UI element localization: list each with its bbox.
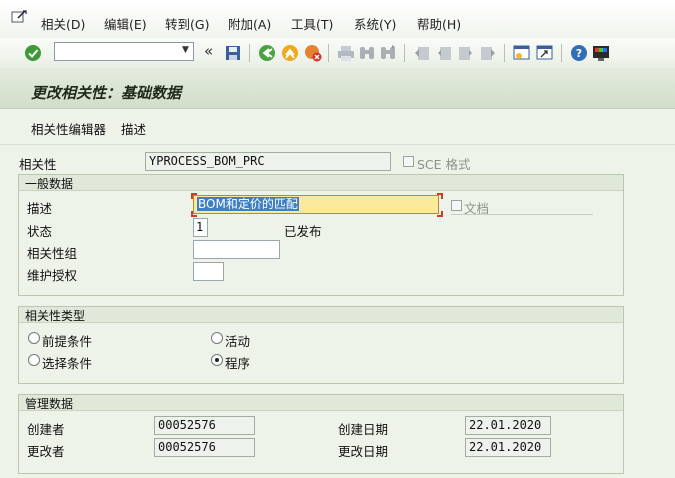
status-input[interactable]: 1 <box>193 218 208 237</box>
description-label: 描述 <box>27 201 53 216</box>
command-dropdown-arrow-icon[interactable]: ▼ <box>178 42 193 59</box>
menu-item-system[interactable]: 系统(Y) <box>354 14 396 33</box>
menu-item-edit[interactable]: 编辑(E) <box>104 14 147 33</box>
general-data-title-bar: 一般数据 <box>19 175 623 191</box>
dependency-field: YPROCESS_BOM_PRC <box>145 152 391 171</box>
changed-by-field: 00052576 <box>154 438 255 457</box>
back-icon[interactable] <box>258 44 276 62</box>
command-field[interactable] <box>54 42 194 61</box>
radio-selection-condition-label: 选择条件 <box>42 356 93 371</box>
radio-procedure[interactable] <box>211 354 223 366</box>
toolbar-separator <box>404 44 405 62</box>
layout-icon[interactable] <box>592 44 610 62</box>
general-data-title: 一般数据 <box>25 177 74 191</box>
document-checkbox[interactable] <box>451 200 462 211</box>
dependency-group-input[interactable] <box>193 240 280 259</box>
auth-group-input[interactable] <box>193 262 224 281</box>
description-input[interactable]: BOM和定价的匹配 <box>193 195 439 214</box>
save-icon[interactable] <box>224 44 242 62</box>
dependency-type-group: 相关性类型 <box>18 306 624 384</box>
page-title: 更改相关性：基础数据 <box>31 84 182 102</box>
changed-on-field: 22.01.2020 <box>465 438 551 457</box>
created-on-field: 22.01.2020 <box>465 416 551 435</box>
title-bar: 更改相关性：基础数据 <box>0 68 675 109</box>
admin-data-title-bar: 管理数据 <box>19 395 623 411</box>
dependency-type-title: 相关性类型 <box>25 309 86 323</box>
create-session-icon[interactable] <box>513 44 531 62</box>
focus-corner <box>191 193 197 199</box>
menu-item-extras[interactable]: 附加(A) <box>228 14 271 33</box>
focus-corner <box>191 211 197 217</box>
find-next-icon[interactable] <box>379 44 397 62</box>
dependency-group-label: 相关性组 <box>27 246 78 261</box>
status-text: 已发布 <box>284 224 322 239</box>
svg-text:?: ? <box>576 47 582 60</box>
dependency-label: 相关性 <box>19 157 57 172</box>
changed-on-label: 更改日期 <box>338 444 389 459</box>
enter-icon[interactable] <box>24 44 42 62</box>
shortcut-icon[interactable] <box>536 44 554 62</box>
focus-corner <box>437 193 443 199</box>
previous-page-icon[interactable] <box>435 44 453 62</box>
description-input-text: BOM和定价的匹配 <box>197 197 299 211</box>
toolbar-separator <box>561 44 562 62</box>
toolbar-separator <box>249 44 250 62</box>
radio-action-label: 活动 <box>225 334 251 349</box>
dependency-editor-button[interactable]: 相关性编辑器 <box>31 119 106 138</box>
admin-data-title: 管理数据 <box>25 397 74 411</box>
created-by-field: 00052576 <box>154 416 255 435</box>
print-icon[interactable] <box>337 44 355 62</box>
collapse-command-field-icon[interactable]: « <box>204 42 213 60</box>
radio-precondition[interactable] <box>28 332 40 344</box>
menu-bar: 相关(D) 编辑(E) 转到(G) 附加(A) 工具(T) 系统(Y) 帮助(H… <box>0 0 675 39</box>
cancel-icon[interactable] <box>304 44 322 62</box>
radio-action[interactable] <box>211 332 223 344</box>
toolbar-separator <box>328 44 329 62</box>
menu-item-help[interactable]: 帮助(H) <box>417 14 461 33</box>
radio-selection-condition[interactable] <box>28 354 40 366</box>
radio-precondition-label: 前提条件 <box>42 334 93 349</box>
standard-toolbar: ▼ « ? <box>0 38 675 69</box>
description-button[interactable]: 描述 <box>121 119 146 138</box>
application-toolbar: 相关性编辑器 描述 <box>0 109 675 145</box>
sce-format-label: SCE 格式 <box>417 157 471 172</box>
menu-item-tools[interactable]: 工具(T) <box>291 14 333 33</box>
created-by-label: 创建者 <box>27 422 65 437</box>
last-page-icon[interactable] <box>479 44 497 62</box>
changed-by-label: 更改者 <box>27 444 65 459</box>
created-on-label: 创建日期 <box>338 422 389 437</box>
find-icon[interactable] <box>358 44 376 62</box>
help-icon[interactable]: ? <box>570 44 588 62</box>
status-label: 状态 <box>27 224 53 239</box>
focus-corner <box>437 211 443 217</box>
toolbar-separator <box>504 44 505 62</box>
auth-group-label: 维护授权 <box>27 268 78 283</box>
radio-procedure-label: 程序 <box>225 356 251 371</box>
exit-icon[interactable] <box>281 44 299 62</box>
menu-item-relationship[interactable]: 相关(D) <box>41 14 85 33</box>
next-page-icon[interactable] <box>457 44 475 62</box>
menu-item-goto[interactable]: 转到(G) <box>165 14 209 33</box>
first-page-icon[interactable] <box>413 44 431 62</box>
menu-icon[interactable] <box>11 10 27 24</box>
dependency-type-title-bar: 相关性类型 <box>19 307 623 323</box>
document-underline <box>451 214 593 215</box>
sce-format-checkbox[interactable] <box>403 156 414 167</box>
